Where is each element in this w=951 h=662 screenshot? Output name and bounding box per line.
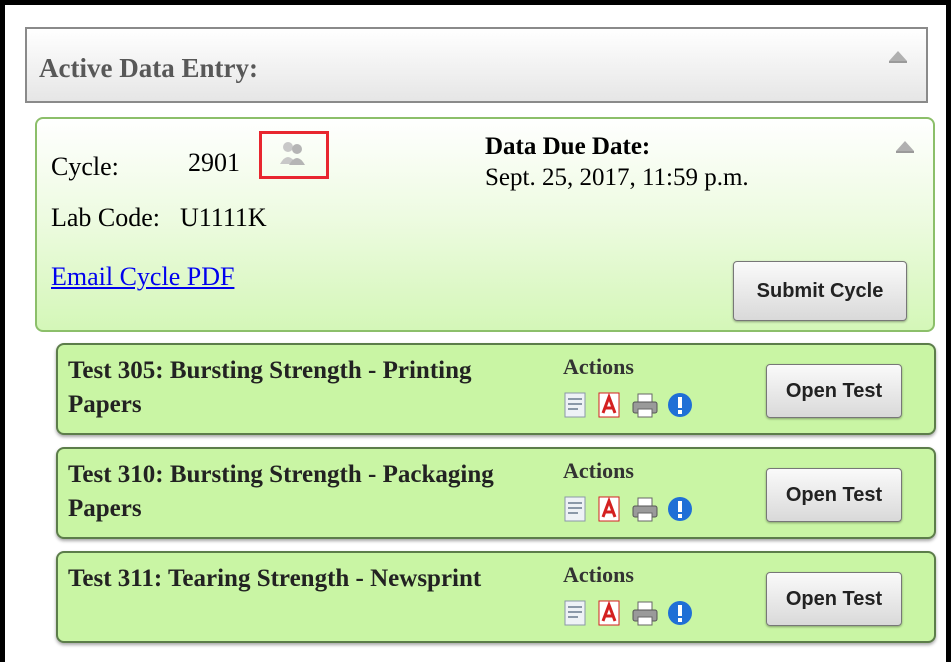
pdf-icon[interactable] — [597, 495, 623, 523]
test-panel: Test 311: Tearing Strength - Newsprint A… — [56, 551, 936, 643]
test-title: Test 305: Bursting Strength - Printing P… — [68, 357, 472, 418]
collapse-icon[interactable] — [896, 141, 914, 153]
cycle-number: 2901 — [188, 148, 240, 177]
due-date-value: Sept. 25, 2017, 11:59 p.m. — [485, 164, 749, 191]
due-date-label: Data Due Date: — [485, 133, 651, 160]
print-icon[interactable] — [631, 599, 659, 627]
actions-label: Actions — [563, 354, 634, 379]
test-panel: Test 305: Bursting Strength - Printing P… — [56, 343, 936, 435]
document-icon[interactable] — [563, 391, 589, 419]
users-icon[interactable] — [262, 134, 326, 176]
open-test-button[interactable]: Open Test — [766, 572, 902, 626]
info-icon[interactable] — [666, 391, 694, 419]
open-test-button[interactable]: Open Test — [766, 364, 902, 418]
page-title: Active Data Entry: — [39, 53, 258, 83]
test-title: Test 310: Bursting Strength - Packaging … — [68, 461, 494, 522]
actions-label: Actions — [563, 458, 634, 483]
document-icon[interactable] — [563, 599, 589, 627]
cycle-panel: Cycle: 2901 Lab Code: U1111K Data Due Da… — [35, 117, 935, 332]
lab-code-label: Lab Code: — [51, 203, 161, 232]
pdf-icon[interactable] — [597, 391, 623, 419]
test-title: Test 311: Tearing Strength - Newsprint — [68, 565, 482, 592]
email-cycle-pdf-link[interactable]: Email Cycle PDF — [51, 262, 234, 292]
lab-code-value: U1111K — [180, 203, 267, 232]
cycle-label: Cycle: — [51, 152, 119, 181]
collapse-icon[interactable] — [889, 51, 907, 63]
submit-cycle-button[interactable]: Submit Cycle — [733, 261, 907, 321]
users-button-highlight[interactable] — [259, 131, 329, 179]
active-data-entry-header[interactable]: Active Data Entry: — [25, 27, 928, 103]
print-icon[interactable] — [631, 391, 659, 419]
document-icon[interactable] — [563, 495, 589, 523]
info-icon[interactable] — [666, 599, 694, 627]
info-icon[interactable] — [666, 495, 694, 523]
open-test-button[interactable]: Open Test — [766, 468, 902, 522]
pdf-icon[interactable] — [597, 599, 623, 627]
actions-label: Actions — [563, 562, 634, 587]
print-icon[interactable] — [631, 495, 659, 523]
test-panel: Test 310: Bursting Strength - Packaging … — [56, 447, 936, 539]
